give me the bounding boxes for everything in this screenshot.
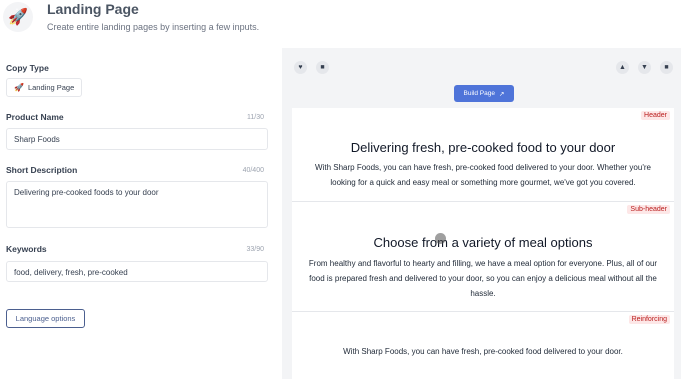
page-title: Landing Page [47, 1, 139, 17]
input-form: Copy Type 🚀 Landing Page Product Name 11… [0, 48, 279, 379]
section-body: With Sharp Foods, you can have fresh, pr… [315, 163, 651, 187]
section-title: Delivering fresh, pre-cooked food to you… [350, 140, 616, 155]
section-tag: Sub-header [627, 205, 670, 214]
keywords-input[interactable]: food, delivery, fresh, pre-cooked [6, 261, 268, 282]
thumbs-up-icon[interactable]: ▲ [616, 61, 629, 74]
build-page-button[interactable]: Build Page ↗ [454, 85, 514, 102]
section-body: From healthy and flavorful to hearty and… [308, 259, 658, 298]
external-link-icon: ↗ [499, 90, 505, 98]
section-title: Choose from a variety of meal options [373, 235, 593, 250]
keywords-counter: 33/90 [246, 246, 264, 253]
heart-icon[interactable]: ♥ [294, 61, 307, 74]
preview-section-subheader: Sub-header Choose from a variety of meal… [292, 201, 674, 311]
section-tag: Reinforcing [628, 315, 670, 324]
keywords-label: Keywords [6, 244, 47, 254]
product-name-label: Product Name [6, 112, 64, 122]
mouse-cursor [435, 233, 446, 244]
thumbs-down-icon[interactable]: ▼ [638, 61, 651, 74]
copy-type-chip-label: Landing Page [27, 83, 75, 92]
trash-icon[interactable]: ■ [660, 61, 673, 74]
section-body: With Sharp Foods, you can have fresh, pr… [343, 347, 623, 356]
short-description-counter: 40/400 [242, 167, 264, 174]
copy-type-chip[interactable]: 🚀 Landing Page [6, 78, 83, 97]
preview-section-reinforcing: Reinforcing With Sharp Foods, you can ha… [292, 311, 674, 379]
page-subtitle: Create entire landing pages by inserting… [47, 22, 260, 32]
app-page: 🚀 Landing Page Create entire landing pag… [0, 0, 681, 379]
landing-page-preview: Header Delivering fresh, pre-cooked food… [292, 108, 674, 379]
app-header: 🚀 Landing Page Create entire landing pag… [0, 0, 681, 44]
product-name-input[interactable]: Sharp Foods [6, 128, 268, 150]
trash-icon[interactable]: ■ [316, 61, 329, 74]
preview-panel: ♥ ■ ▲ ▼ ■ Build Page ↗ Header Delivering… [282, 48, 681, 379]
short-description-textarea[interactable]: Delivering pre-cooked foods to your door [6, 181, 268, 228]
short-description-label: Short Description [6, 165, 78, 175]
rocket-icon: 🚀 [14, 83, 24, 92]
language-options-button[interactable]: Language options [6, 309, 85, 328]
rocket-icon: 🚀 [3, 2, 33, 32]
build-page-label: Build Page [463, 90, 495, 97]
preview-section-header: Header Delivering fresh, pre-cooked food… [292, 108, 674, 201]
copy-type-label: Copy Type [6, 63, 49, 73]
section-tag: Header [641, 111, 670, 120]
product-name-counter: 11/30 [247, 114, 264, 121]
